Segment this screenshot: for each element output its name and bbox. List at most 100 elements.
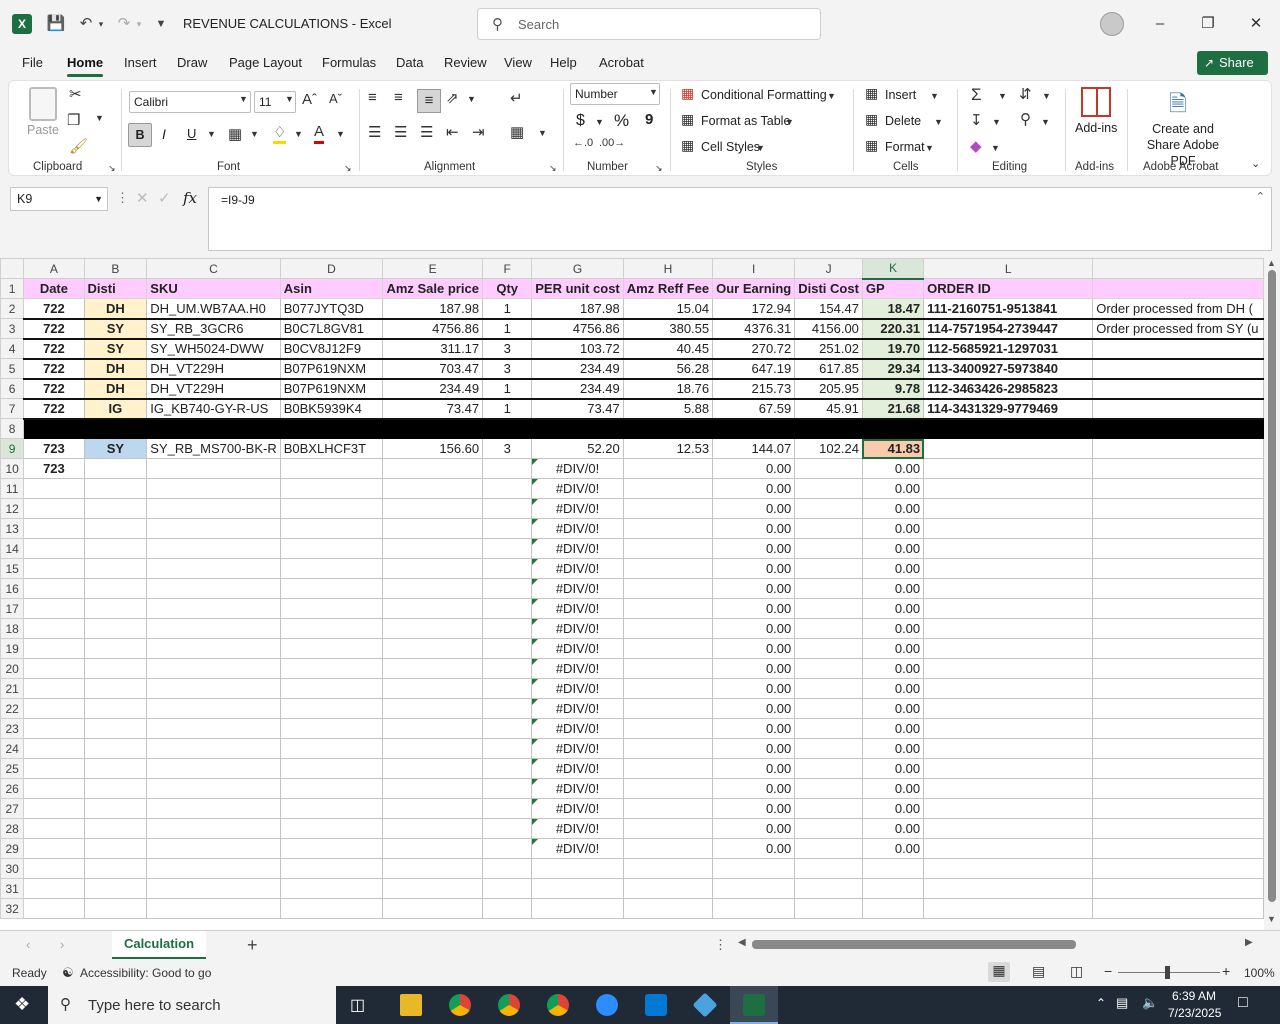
- cell-note[interactable]: Order processed from SY (u: [1092, 318, 1264, 340]
- cell-blank[interactable]: [1092, 718, 1264, 739]
- cell-unit[interactable]: 52.20: [531, 438, 624, 459]
- cell-note[interactable]: [1092, 378, 1264, 400]
- cell-blank[interactable]: [83, 638, 148, 659]
- cell-blank[interactable]: [279, 718, 384, 739]
- cell-asin[interactable]: B07P619NXM: [279, 378, 384, 400]
- header-cell[interactable]: Amz Sale price: [382, 278, 484, 299]
- cell-earn[interactable]: 0.00: [712, 778, 796, 799]
- cell-blank[interactable]: [23, 658, 85, 679]
- cell-blank[interactable]: [482, 698, 533, 719]
- cell-blank[interactable]: [1092, 818, 1264, 839]
- cell-disti[interactable]: SY: [83, 338, 148, 360]
- cell-blank[interactable]: [482, 718, 533, 739]
- cell-blank[interactable]: [146, 878, 281, 899]
- header-cell[interactable]: [1092, 278, 1264, 299]
- enter-icon[interactable]: ✓: [158, 189, 171, 207]
- cell-blank[interactable]: [83, 498, 148, 519]
- cell-blank[interactable]: [382, 838, 484, 859]
- chevron-down-icon[interactable]: ▼: [930, 91, 939, 101]
- column-header-blank[interactable]: [1092, 258, 1264, 279]
- chevron-down-icon[interactable]: ▼: [285, 94, 294, 104]
- cell-blank[interactable]: [923, 618, 1094, 639]
- delete-cells-button[interactable]: Delete: [885, 114, 921, 128]
- cell-blank[interactable]: [146, 658, 281, 679]
- row-header[interactable]: 16: [0, 578, 25, 599]
- cell-blank[interactable]: [482, 678, 533, 699]
- cell-qty[interactable]: 3: [482, 338, 533, 360]
- cell-blank[interactable]: [279, 458, 384, 479]
- select-all-corner[interactable]: [0, 258, 25, 279]
- cell-earn[interactable]: 0.00: [712, 538, 796, 559]
- network-icon[interactable]: ▤: [1116, 995, 1128, 1011]
- cell-unit-error[interactable]: #DIV/0!: [531, 718, 624, 739]
- cell-blank[interactable]: [622, 518, 714, 539]
- cell-unit-error[interactable]: #DIV/0!: [531, 658, 624, 679]
- chevron-down-icon[interactable]: ▼: [992, 117, 1001, 127]
- share-button[interactable]: ↗ Share: [1197, 51, 1268, 75]
- cell-blank[interactable]: [482, 458, 533, 479]
- cell-blank[interactable]: [83, 858, 148, 879]
- cell-blank[interactable]: [83, 458, 148, 479]
- cell-earn[interactable]: 67.59: [712, 398, 796, 420]
- cell-blank[interactable]: [279, 418, 384, 439]
- cell-unit[interactable]: 187.98: [531, 298, 624, 320]
- save-icon[interactable]: 💾: [46, 14, 66, 34]
- cell-disti[interactable]: IG: [83, 398, 148, 420]
- cell-blank[interactable]: [279, 558, 384, 579]
- cell-blank[interactable]: [1092, 498, 1264, 519]
- cell-blank[interactable]: [382, 878, 484, 899]
- cell-blank[interactable]: [83, 558, 148, 579]
- cell-unit-error[interactable]: #DIV/0!: [531, 598, 624, 619]
- cell-unit-error[interactable]: #DIV/0!: [531, 578, 624, 599]
- column-header-a[interactable]: A: [23, 258, 85, 279]
- windows-start-icon[interactable]: ❖: [14, 994, 30, 1015]
- chrome-profile-icon[interactable]: [498, 994, 520, 1016]
- dialog-launcher-icon[interactable]: ↘: [344, 163, 352, 174]
- cell-blank[interactable]: [923, 698, 1094, 719]
- column-header-e[interactable]: E: [382, 258, 484, 279]
- notifications-icon[interactable]: □: [1238, 994, 1248, 1012]
- cell-blank[interactable]: [794, 538, 863, 559]
- fill-icon[interactable]: ↧: [970, 111, 983, 129]
- cell-blank[interactable]: [23, 778, 85, 799]
- zoom-in-icon[interactable]: +: [1222, 963, 1230, 979]
- cell-unit-error[interactable]: #DIV/0!: [531, 498, 624, 519]
- cell-blank[interactable]: [23, 798, 85, 819]
- cell-styles-button[interactable]: Cell Styles: [701, 140, 760, 154]
- row-header[interactable]: 19: [0, 638, 25, 659]
- cell-qty[interactable]: 1: [482, 378, 533, 400]
- cell-blank[interactable]: [923, 658, 1094, 679]
- cell-blank[interactable]: [146, 578, 281, 599]
- cell-blank[interactable]: [531, 898, 624, 919]
- chevron-down-icon[interactable]: ▼: [250, 129, 259, 139]
- cell-earn[interactable]: 0.00: [712, 478, 796, 499]
- format-as-table-button[interactable]: Format as Table: [701, 114, 790, 128]
- cell-blank[interactable]: [83, 838, 148, 859]
- cell-order[interactable]: 112-3463426-2985823: [923, 378, 1094, 400]
- cancel-icon[interactable]: ✕: [136, 189, 149, 207]
- row-header[interactable]: 7: [0, 398, 25, 419]
- cell-blank[interactable]: [23, 498, 85, 519]
- cell-blank[interactable]: [794, 758, 863, 779]
- cell-asin[interactable]: B0CV8J12F9: [279, 338, 384, 360]
- borders-icon[interactable]: ▦: [228, 125, 242, 143]
- cell-blank[interactable]: [1092, 758, 1264, 779]
- cell-blank[interactable]: [861, 878, 925, 899]
- cell-blank[interactable]: [923, 478, 1094, 499]
- row-header[interactable]: 12: [0, 498, 25, 519]
- chevron-down-icon[interactable]: ▼: [94, 188, 103, 210]
- cell-blank[interactable]: [923, 578, 1094, 599]
- cell-blank[interactable]: [83, 798, 148, 819]
- cell-blank[interactable]: [923, 418, 1094, 439]
- cell-blank[interactable]: [622, 418, 714, 439]
- chevron-down-icon[interactable]: ▼: [998, 91, 1007, 101]
- format-painter-icon[interactable]: 🖌: [69, 137, 88, 155]
- cell-blank[interactable]: [482, 418, 533, 439]
- cell-blank[interactable]: [1092, 418, 1264, 439]
- cell-blank[interactable]: [83, 758, 148, 779]
- cell-blank[interactable]: [794, 738, 863, 759]
- cell-blank[interactable]: [23, 738, 85, 759]
- scroll-left-icon[interactable]: ◀: [738, 937, 746, 948]
- cell-blank[interactable]: [622, 778, 714, 799]
- cell-date[interactable]: 722: [23, 298, 85, 320]
